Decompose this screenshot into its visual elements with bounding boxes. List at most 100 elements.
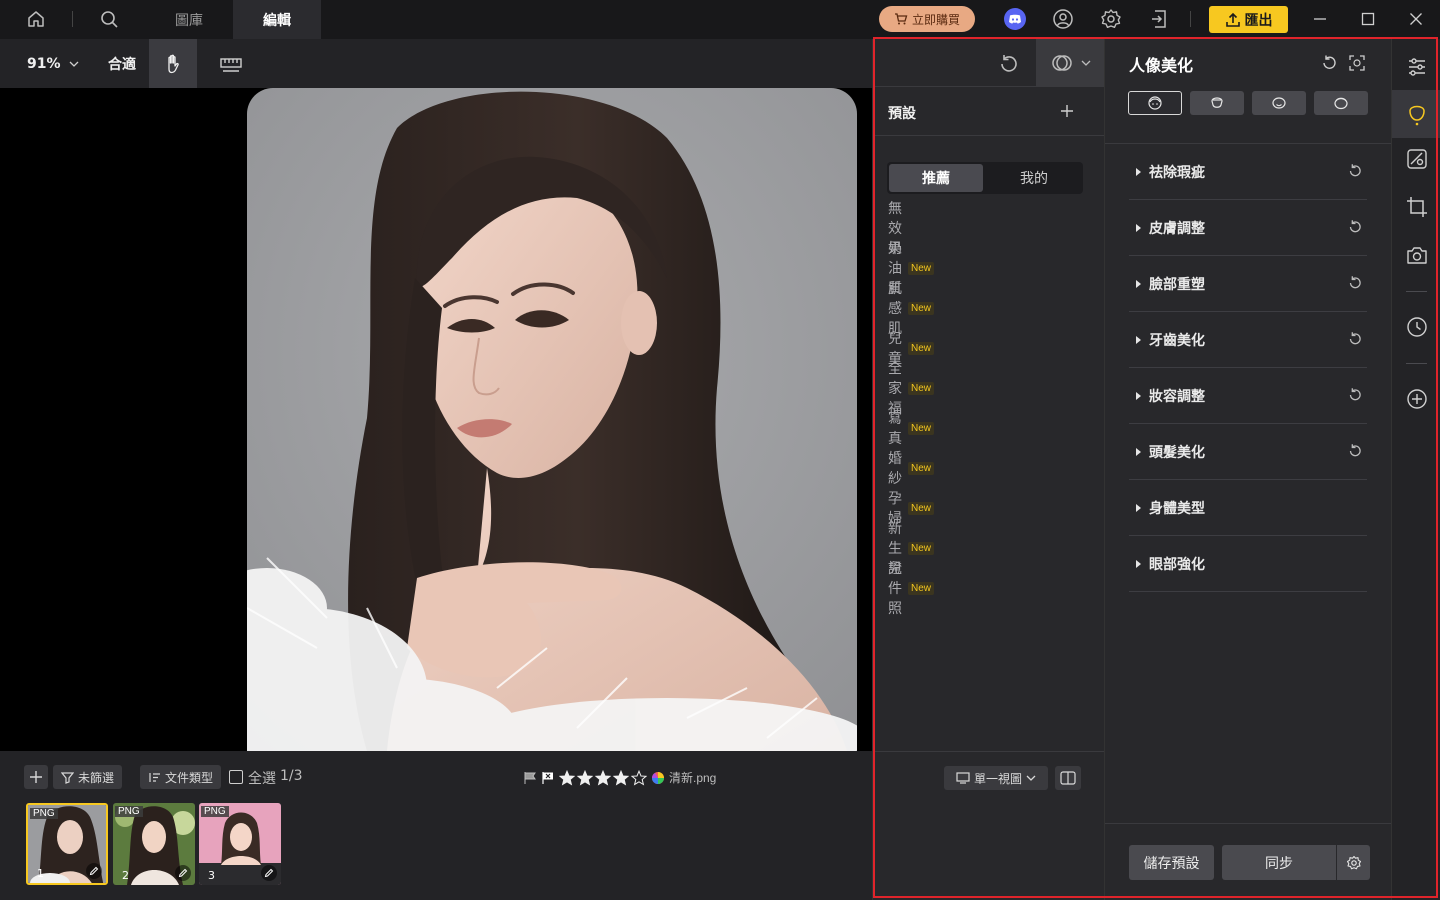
new-badge: New	[908, 541, 935, 555]
face-mode-full[interactable]	[1128, 91, 1182, 115]
star-filled-icon[interactable]	[613, 769, 629, 786]
new-badge: New	[908, 261, 935, 275]
star-filled-icon[interactable]	[577, 769, 593, 786]
save-preset-button[interactable]: 儲存預設	[1129, 845, 1214, 880]
reset-icon[interactable]	[1347, 163, 1365, 181]
preset-label: 寫真	[888, 411, 902, 447]
thumbnail[interactable]: PNG 2	[113, 803, 195, 885]
face-mode-child[interactable]	[1314, 91, 1368, 115]
rail-history[interactable]	[1392, 303, 1440, 351]
preset-item[interactable]: 婚紗 New	[888, 451, 935, 487]
star-filled-icon[interactable]	[559, 769, 575, 786]
reject-flag-icon[interactable]	[541, 771, 555, 785]
preset-item[interactable]: 證件照 New	[888, 561, 935, 617]
close-icon[interactable]	[1404, 7, 1428, 31]
reset-icon[interactable]	[1347, 331, 1365, 349]
adjust-section[interactable]: 身體美型	[1129, 480, 1367, 536]
rail-portrait[interactable]	[1392, 90, 1440, 138]
mask-overlay-dropdown[interactable]	[1036, 39, 1105, 87]
reset-all-icon[interactable]	[1320, 54, 1338, 72]
tab-recommended[interactable]: 推薦	[889, 164, 983, 192]
compare-view-button[interactable]	[1055, 766, 1081, 790]
star-rating[interactable]	[559, 769, 647, 786]
add-circle-icon	[1406, 388, 1428, 410]
face-mode-male[interactable]	[1252, 91, 1306, 115]
sync-button[interactable]: 同步	[1222, 845, 1336, 880]
rail-local-adjust[interactable]	[1392, 135, 1440, 183]
preset-item[interactable]: 全家福 New	[888, 361, 935, 417]
add-preset-icon[interactable]	[1059, 103, 1075, 119]
divider	[1406, 363, 1427, 364]
zoom-select[interactable]: 91%	[27, 39, 79, 88]
section-label: 身體美型	[1149, 500, 1205, 517]
face-detect-icon[interactable]	[1348, 54, 1366, 72]
rail-add[interactable]	[1392, 375, 1440, 423]
tab-my-presets[interactable]: 我的	[987, 164, 1081, 192]
tab-edit[interactable]: 編輯	[233, 0, 321, 39]
import-icon[interactable]	[1147, 7, 1171, 31]
caret-right-icon	[1136, 391, 1141, 400]
buy-now-button[interactable]: 立即購買	[879, 6, 975, 32]
add-photo-button[interactable]	[24, 765, 48, 789]
sync-settings-button[interactable]	[1337, 845, 1370, 880]
rail-crop[interactable]	[1392, 183, 1440, 231]
user-icon[interactable]	[1051, 7, 1075, 31]
adjust-section[interactable]: 臉部重塑	[1129, 256, 1367, 312]
caret-right-icon	[1136, 335, 1141, 344]
star-empty-icon[interactable]	[631, 769, 647, 786]
single-view-dropdown[interactable]: 單一視圖	[944, 766, 1048, 790]
presets-toolbar	[873, 39, 1105, 87]
pencil-icon[interactable]	[261, 865, 277, 881]
reset-icon[interactable]	[1347, 219, 1365, 237]
fit-button[interactable]: 合適	[108, 39, 136, 88]
reset-icon[interactable]	[1347, 387, 1365, 405]
sort-dropdown[interactable]: 文件類型	[140, 765, 222, 789]
caret-right-icon	[1136, 223, 1141, 232]
filter-dropdown[interactable]: 未篩選	[53, 765, 123, 789]
flag-icon[interactable]	[523, 771, 537, 785]
pencil-icon[interactable]	[86, 863, 102, 879]
reset-icon[interactable]	[1347, 275, 1365, 293]
search-icon[interactable]	[97, 7, 121, 31]
adjust-section[interactable]: 祛除瑕疵	[1129, 144, 1367, 200]
reset-icon[interactable]	[1347, 443, 1365, 461]
color-wheel-icon[interactable]	[651, 771, 665, 785]
preset-item[interactable]: 兒童 New	[888, 331, 935, 367]
preset-item[interactable]: 無效果	[888, 201, 902, 257]
preset-item[interactable]: 奶油肌 New	[888, 241, 935, 297]
maximize-icon[interactable]	[1356, 7, 1380, 31]
divider	[1105, 823, 1392, 824]
tab-library[interactable]: 圖庫	[145, 0, 233, 39]
preset-item[interactable]: 孕婦 New	[888, 491, 935, 527]
minimize-icon[interactable]	[1308, 7, 1332, 31]
star-filled-icon[interactable]	[595, 769, 611, 786]
rail-camera[interactable]	[1392, 231, 1440, 279]
settings-icon[interactable]	[1099, 7, 1123, 31]
undo-icon[interactable]	[996, 52, 1020, 76]
preset-item[interactable]: 新生兒 New	[888, 521, 935, 577]
adjust-section[interactable]: 牙齒美化	[1129, 312, 1367, 368]
preset-item[interactable]: 寫真 New	[888, 411, 935, 447]
section-label: 頭髮美化	[1149, 444, 1205, 461]
pencil-icon[interactable]	[175, 865, 191, 881]
adjust-section[interactable]: 妝容調整	[1129, 368, 1367, 424]
adjust-section[interactable]: 眼部強化	[1129, 536, 1367, 592]
discord-icon[interactable]	[1003, 7, 1027, 31]
export-button[interactable]: 匯出	[1209, 6, 1288, 33]
format-badge: PNG	[30, 808, 58, 819]
face-mode-female[interactable]	[1190, 91, 1244, 115]
adjust-section[interactable]: 皮膚調整	[1129, 200, 1367, 256]
preset-item[interactable]: 質感肌 New	[888, 281, 935, 337]
rail-adjust[interactable]	[1392, 43, 1440, 91]
format-badge: PNG	[115, 806, 143, 817]
export-label: 匯出	[1244, 12, 1273, 29]
select-all-label: 全選	[248, 771, 276, 787]
hand-tool-button[interactable]	[149, 39, 197, 88]
image-canvas[interactable]	[0, 88, 872, 751]
home-icon[interactable]	[24, 7, 48, 31]
adjust-section[interactable]: 頭髮美化	[1129, 424, 1367, 480]
thumbnail[interactable]: PNG 1	[26, 803, 108, 885]
thumbnail[interactable]: PNG 3	[199, 803, 281, 885]
select-all-checkbox[interactable]	[229, 770, 243, 784]
ruler-icon[interactable]	[219, 52, 243, 76]
